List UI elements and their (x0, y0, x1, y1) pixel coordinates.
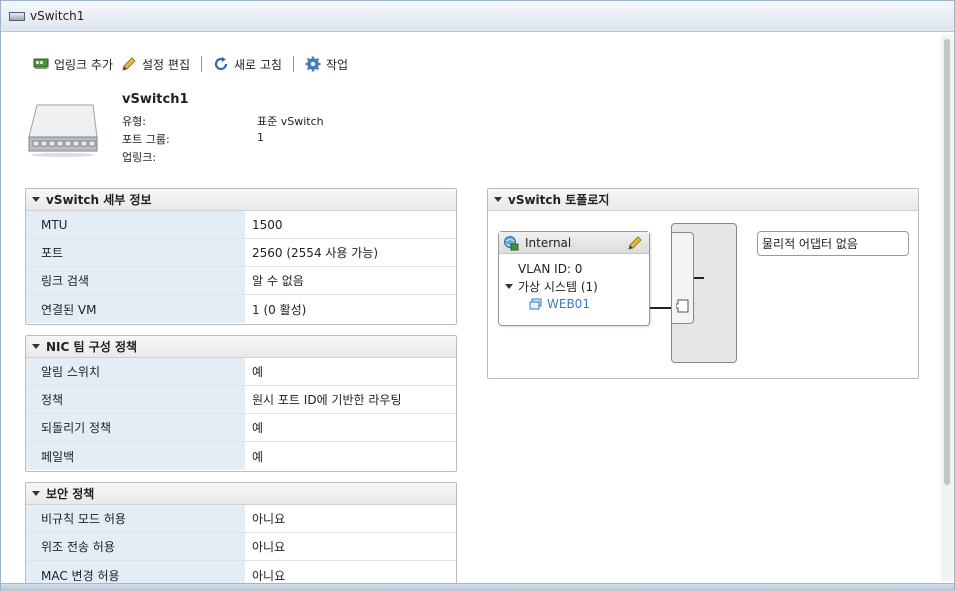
property-key: 알림 스위치 (26, 358, 245, 385)
collapse-caret-icon (494, 197, 502, 202)
security-panel-header[interactable]: 보안 정책 (26, 483, 456, 505)
details-panel-header[interactable]: vSwitch 세부 정보 (26, 189, 456, 211)
expand-caret-icon (505, 284, 513, 289)
refresh-button[interactable]: 새로 고침 (209, 53, 286, 75)
uplink-stub-line (694, 277, 704, 279)
table-row: 위조 전송 허용 아니요 (26, 533, 456, 561)
vm-name: WEB01 (547, 297, 590, 311)
details-panel-title: vSwitch 세부 정보 (46, 193, 152, 207)
switch-port-group-slot (672, 232, 694, 324)
table-row: MAC 변경 허용 아니요 (26, 561, 456, 583)
switch-body (671, 223, 737, 363)
property-value: 2560 (2554 사용 가능) (252, 246, 379, 260)
details-panel: vSwitch 세부 정보 MTU 1500 포트 2560 (2554 사용 … (25, 188, 457, 325)
bottom-edge (1, 583, 954, 591)
vswitch-small-icon (9, 11, 25, 21)
table-row: 링크 검색 알 수 없음 (26, 267, 456, 295)
actions-button[interactable]: 작업 (301, 53, 352, 75)
property-value: 예 (252, 365, 264, 379)
security-panel-title: 보안 정책 (46, 487, 95, 501)
table-row: MTU 1500 (26, 211, 456, 239)
portgroup-header: Internal (499, 232, 649, 254)
edit-settings-label: 설정 편집 (142, 57, 190, 72)
collapse-caret-icon (32, 344, 40, 349)
add-uplink-label: 업링크 추가 (54, 57, 114, 72)
title-bar: vSwitch1 (1, 1, 954, 32)
portgroup-vlan: VLAN ID: 0 (518, 262, 583, 276)
nic-teaming-panel: NIC 팀 구성 정책 알림 스위치 예 정책 원시 포트 ID에 기반한 라우… (25, 335, 457, 472)
vswitch-name: vSwitch1 (122, 92, 189, 107)
property-key: 위조 전송 허용 (26, 533, 245, 560)
security-panel: 보안 정책 비규칙 모드 허용 아니요 위조 전송 허용 아니요 MAC 변경 … (25, 482, 457, 583)
topology-panel-header[interactable]: vSwitch 토폴로지 (488, 189, 918, 211)
collapse-caret-icon (32, 197, 40, 202)
add-uplink-button[interactable]: 업링크 추가 (29, 53, 117, 75)
property-value: 아니요 (252, 540, 286, 554)
property-key: 되돌리기 정책 (26, 414, 245, 441)
vswitch-large-icon (28, 104, 98, 157)
type-label: 유형: (122, 115, 146, 128)
property-value: 1 (0 활성) (252, 302, 307, 317)
table-row: 되돌리기 정책 예 (26, 414, 456, 442)
property-key: MAC 변경 허용 (26, 561, 245, 583)
vm-link[interactable]: WEB01 (529, 297, 590, 311)
actions-label: 작업 (325, 57, 349, 72)
vm-group-toggle[interactable]: 가상 시스템 (1) (505, 278, 598, 295)
table-row: 알림 스위치 예 (26, 358, 456, 386)
vswitch-window: vSwitch1 업링크 추가 설정 편집 새로 고침 작업 vSwitch1 … (0, 0, 955, 591)
table-row: 비규칙 모드 허용 아니요 (26, 505, 456, 533)
refresh-icon (214, 57, 228, 71)
property-key: 페일백 (26, 442, 245, 470)
edit-settings-button[interactable]: 설정 편집 (117, 53, 194, 75)
property-value: 예 (252, 421, 264, 435)
vm-group-label: 가상 시스템 (1) (518, 280, 598, 294)
toolbar-separator (292, 56, 294, 72)
table-row: 연결된 VM 1 (0 활성) (26, 295, 456, 323)
portgroup-box[interactable]: Internal VLAN ID: 0 가상 시스템 (1) WEB01 (498, 231, 650, 326)
toolbar: 업링크 추가 설정 편집 새로 고침 작업 (29, 53, 352, 75)
property-value: 1500 (252, 217, 283, 232)
uplinks-label: 업링크: (122, 151, 157, 164)
content-area: 업링크 추가 설정 편집 새로 고침 작업 vSwitch1 유형: 표준 vS… (3, 33, 939, 583)
toolbar-separator (201, 56, 202, 72)
property-value: 아니요 (252, 568, 286, 583)
property-key: 연결된 VM (26, 295, 245, 323)
port-icon (676, 299, 689, 313)
window-title: vSwitch1 (30, 9, 85, 23)
property-value: 예 (252, 449, 264, 464)
property-key: 비규칙 모드 허용 (26, 505, 245, 532)
table-row: 정책 원시 포트 ID에 기반한 라우팅 (26, 386, 456, 414)
connector-line (650, 307, 673, 309)
property-key: 포트 (26, 239, 245, 266)
topology-panel-title: vSwitch 토폴로지 (508, 193, 610, 207)
scrollbar-thumb[interactable] (944, 39, 950, 485)
pencil-icon (122, 57, 136, 71)
nic-teaming-panel-title: NIC 팀 구성 정책 (46, 340, 138, 354)
portgroups-value: 1 (257, 131, 264, 144)
property-value: 아니요 (252, 512, 286, 526)
vertical-scrollbar[interactable] (941, 35, 953, 581)
property-key: MTU (26, 211, 245, 238)
table-row: 페일백 예 (26, 442, 456, 470)
property-value: 원시 포트 ID에 기반한 라우팅 (252, 393, 402, 407)
gear-icon (305, 56, 321, 72)
portgroups-label: 포트 그룹: (122, 133, 170, 146)
portgroup-name: Internal (525, 235, 572, 250)
portgroup-globe-icon (504, 235, 519, 250)
collapse-caret-icon (32, 491, 40, 496)
property-value: 알 수 없음 (252, 274, 304, 288)
refresh-label: 새로 고침 (234, 57, 282, 72)
table-row: 포트 2560 (2554 사용 가능) (26, 239, 456, 267)
property-key: 링크 검색 (26, 267, 245, 294)
topology-panel: vSwitch 토폴로지 Internal VLAN ID: 0 가상 시스템 … (487, 188, 919, 379)
property-key: 정책 (26, 386, 245, 413)
edit-pencil-icon[interactable] (627, 235, 643, 251)
type-value: 표준 vSwitch (257, 115, 324, 128)
network-card-icon (33, 58, 49, 69)
virtual-machine-icon (529, 298, 542, 310)
nic-teaming-panel-header[interactable]: NIC 팀 구성 정책 (26, 336, 456, 358)
no-physical-adapters-box: 물리적 어댑터 없음 (757, 231, 909, 256)
